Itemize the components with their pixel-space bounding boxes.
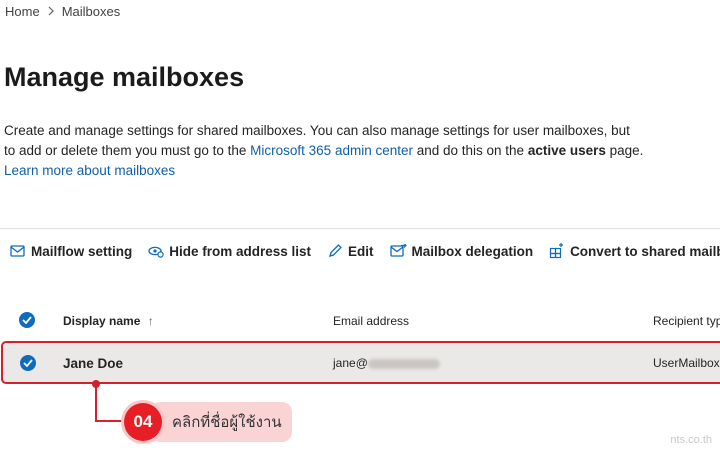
learn-more-link[interactable]: Learn more about mailboxes (4, 163, 175, 178)
hide-icon (148, 246, 164, 258)
edit-label: Edit (348, 243, 374, 259)
page-title: Manage mailboxes (4, 62, 245, 92)
convert-to-shared-button[interactable]: Convert to shared mailbox (549, 243, 720, 259)
step-number-badge: 04 (124, 403, 162, 441)
pencil-icon (329, 244, 342, 257)
column-header-email[interactable]: Email address (333, 314, 409, 328)
toolbar: Mailflow setting Hide from address list … (10, 243, 720, 259)
admin-center-link[interactable]: Microsoft 365 admin center (250, 143, 413, 158)
description-text: and do this on the (412, 143, 528, 158)
checkmark-icon (23, 359, 33, 367)
chevron-right-icon (40, 4, 62, 19)
mailbox-delegation-button[interactable]: Mailbox delegation (389, 243, 534, 259)
step-instruction: คลิกที่ชื่อผู้ใช้งาน (150, 402, 292, 442)
edit-button[interactable]: Edit (327, 243, 374, 259)
column-header-display-name[interactable]: Display name ↑ (63, 314, 154, 328)
display-name-cell[interactable]: Jane Doe (63, 356, 123, 371)
mailflow-setting-label: Mailflow setting (31, 243, 133, 259)
column-header-label: Display name (63, 314, 141, 328)
page-description: Create and manage settings for shared ma… (4, 121, 644, 181)
hide-from-address-list-button[interactable]: Hide from address list (148, 244, 311, 259)
hide-from-address-list-label: Hide from address list (169, 243, 312, 259)
table-row[interactable]: Jane Doe jane@ UserMailbox (1, 341, 720, 384)
mail-arrow-icon (389, 244, 407, 257)
sort-ascending-icon: ↑ (147, 314, 154, 328)
convert-icon (549, 243, 564, 259)
active-users-text: active users (527, 143, 606, 158)
recipient-type-cell: UserMailbox (653, 356, 720, 370)
divider (0, 228, 720, 229)
mail-settings-icon (10, 245, 25, 257)
redacted-domain (367, 358, 440, 369)
email-prefix: jane@ (333, 356, 368, 370)
watermark: nts.co.th (670, 434, 712, 446)
convert-to-shared-label: Convert to shared mailbox (570, 243, 720, 259)
email-cell: jane@ (333, 356, 440, 370)
checkmark-icon (22, 316, 32, 324)
callout-anchor-dot (92, 380, 100, 388)
row-checkbox[interactable] (20, 355, 36, 371)
breadcrumb-home[interactable]: Home (5, 4, 40, 19)
breadcrumb: Home Mailboxes (5, 4, 120, 19)
mailbox-delegation-label: Mailbox delegation (411, 243, 534, 259)
breadcrumb-current: Mailboxes (61, 4, 121, 19)
description-text: page. (605, 143, 644, 158)
select-all-checkbox[interactable] (19, 312, 35, 328)
mailflow-setting-button[interactable]: Mailflow setting (10, 244, 132, 259)
step-callout: 04 คลิกที่ชื่อผู้ใช้งาน (124, 402, 292, 442)
column-header-recipient-type[interactable]: Recipient type (653, 314, 720, 328)
